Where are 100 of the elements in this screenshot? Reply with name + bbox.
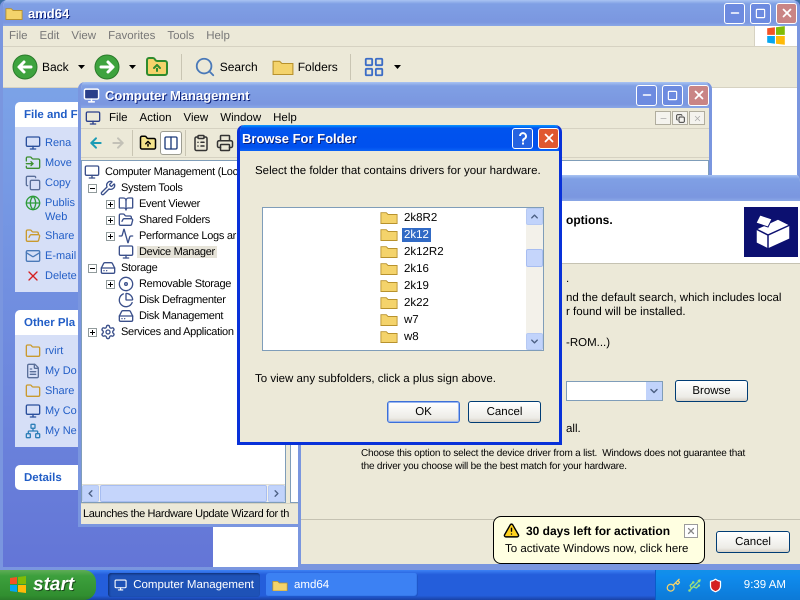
task-link[interactable]: Rena xyxy=(25,135,78,151)
scroll-thumb[interactable] xyxy=(100,485,267,502)
maximize-button[interactable] xyxy=(662,84,683,106)
close-button[interactable] xyxy=(684,524,698,538)
browse-button[interactable]: Browse xyxy=(675,380,748,402)
key-icon[interactable] xyxy=(666,578,681,592)
plus-icon xyxy=(108,282,113,286)
collapse-toggle[interactable] xyxy=(88,264,97,272)
folder-item[interactable]: 2k22 xyxy=(402,296,431,310)
help-button[interactable] xyxy=(512,128,533,148)
tree-item[interactable]: Performance Logs ar xyxy=(137,230,238,242)
taskbar-button[interactable]: Computer Management xyxy=(108,573,260,597)
drive-icon xyxy=(118,308,134,324)
task-link[interactable]: Copy xyxy=(25,175,78,191)
tree-item[interactable]: Storage xyxy=(119,262,160,274)
minus-icon xyxy=(90,266,95,270)
menu-item[interactable]: Help xyxy=(200,30,236,42)
location-combo-box[interactable] xyxy=(566,381,663,401)
folder-item[interactable]: 2k8R2 xyxy=(402,210,440,224)
folder-item[interactable]: 2k16 xyxy=(402,262,431,276)
task-link[interactable]: My Co xyxy=(25,403,78,419)
folder-up-icon xyxy=(139,134,157,152)
vertical-scrollbar[interactable] xyxy=(526,208,543,350)
menu-item[interactable]: View xyxy=(65,30,102,42)
panel-header[interactable]: Details xyxy=(15,465,78,490)
menu-item[interactable]: Help xyxy=(267,112,303,124)
task-link[interactable]: Share xyxy=(25,228,78,244)
folder-item[interactable]: 2k19 xyxy=(402,278,431,292)
folder-item[interactable]: 2k12 xyxy=(402,228,431,242)
task-link[interactable]: rvirt xyxy=(25,343,78,359)
folder-icon xyxy=(380,278,398,293)
cancel-button[interactable]: Cancel xyxy=(716,531,790,553)
horizontal-scrollbar[interactable] xyxy=(82,484,285,502)
menu-item[interactable]: Action xyxy=(134,112,178,124)
ok-button[interactable]: OK xyxy=(387,401,460,423)
wrench-icon xyxy=(100,180,116,196)
task-link[interactable]: My Do xyxy=(25,363,78,379)
close-icon xyxy=(692,114,702,122)
expand-toggle[interactable] xyxy=(106,200,115,208)
expand-toggle[interactable] xyxy=(106,216,115,224)
show-tree-button[interactable] xyxy=(160,131,182,155)
folder-icon xyxy=(380,295,398,310)
menu-item[interactable]: File xyxy=(103,112,134,124)
task-link[interactable]: Delete xyxy=(25,268,78,284)
expand-toggle[interactable] xyxy=(88,328,97,336)
tree-item[interactable]: System Tools xyxy=(119,182,185,194)
plus-icon xyxy=(90,330,95,334)
tree-item[interactable]: Disk Defragmenter xyxy=(137,294,228,306)
folders-button[interactable]: Folders xyxy=(266,50,343,84)
tree-item[interactable]: Services and Application xyxy=(119,326,236,338)
shield-icon[interactable] xyxy=(708,578,723,592)
search-button[interactable]: Search xyxy=(188,50,263,84)
tree-item[interactable]: Disk Management xyxy=(137,310,226,322)
menu-item[interactable]: View xyxy=(178,112,214,124)
task-link[interactable]: Move xyxy=(25,155,78,171)
menu-item[interactable]: Window xyxy=(214,112,268,124)
caret-icon xyxy=(128,65,136,69)
folder-icon xyxy=(380,227,398,242)
folder-icon xyxy=(25,343,41,359)
cancel-button[interactable]: Cancel xyxy=(468,401,541,423)
window-title: Computer Management xyxy=(105,88,250,102)
menu-item[interactable]: Edit xyxy=(34,30,66,42)
panel-header[interactable]: File and F xyxy=(15,102,78,127)
back-button[interactable]: Back xyxy=(7,50,74,84)
restore-button[interactable] xyxy=(672,111,688,125)
disc-icon xyxy=(118,276,134,292)
left-arrow-icon xyxy=(88,135,104,151)
collapse-toggle[interactable] xyxy=(88,184,97,192)
menu-item[interactable]: File xyxy=(3,30,34,42)
tree-item[interactable]: Device Manager xyxy=(137,246,217,258)
menu-item[interactable]: Favorites xyxy=(102,30,162,42)
folder-item[interactable]: w7 xyxy=(402,312,421,326)
expand-toggle[interactable] xyxy=(106,232,115,240)
expand-toggle[interactable] xyxy=(106,280,115,288)
task-link[interactable]: My Ne xyxy=(25,423,78,439)
computer-icon xyxy=(114,577,128,593)
tree-item[interactable]: Event Viewer xyxy=(137,198,202,210)
notification-balloon[interactable]: 30 days left for activation To activate Windows now, click here xyxy=(493,516,705,564)
book-icon xyxy=(118,196,134,212)
tree-item[interactable]: Removable Storage xyxy=(137,278,234,290)
usb-icon[interactable] xyxy=(687,578,702,592)
taskbar-button[interactable]: amd64 xyxy=(266,573,418,597)
document-icon xyxy=(25,363,41,379)
scroll-thumb[interactable] xyxy=(526,249,543,267)
panel-header[interactable]: Other Pla xyxy=(15,310,78,335)
tree-item[interactable]: Shared Folders xyxy=(137,214,212,226)
folder-item[interactable]: 2k12R2 xyxy=(402,244,446,258)
computer-icon xyxy=(118,244,134,260)
tree-item[interactable]: Computer Management (Loc xyxy=(103,166,240,178)
gear-icon xyxy=(100,324,116,340)
task-link[interactable]: E-mail xyxy=(25,248,78,264)
menu-item[interactable]: Tools xyxy=(161,30,200,42)
folder-item[interactable]: w8 xyxy=(402,330,421,344)
dialog-title: Browse For Folder xyxy=(242,130,358,146)
folder-icon xyxy=(25,228,41,244)
start-button[interactable]: start xyxy=(0,570,96,600)
task-link[interactable]: Publis Web xyxy=(25,195,78,224)
close-icon xyxy=(542,131,556,145)
close-icon xyxy=(686,526,696,536)
task-link[interactable]: Share xyxy=(25,383,78,399)
